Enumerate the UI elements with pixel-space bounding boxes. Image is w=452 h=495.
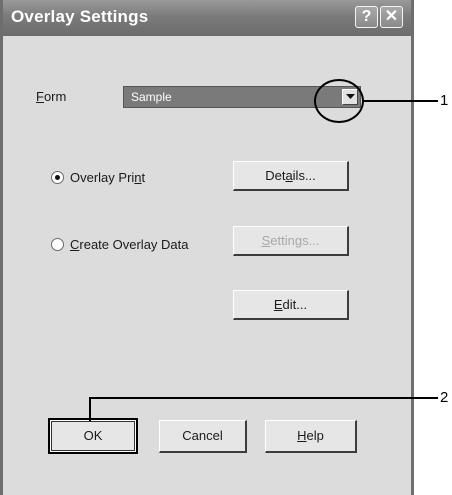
create-overlay-data-label[interactable]: Create Overlay Data bbox=[70, 237, 189, 252]
callout-line-2-vertical bbox=[89, 397, 91, 421]
help-button[interactable]: Help bbox=[265, 420, 357, 453]
close-icon: ✕ bbox=[384, 8, 399, 25]
create-overlay-data-radio[interactable] bbox=[51, 238, 64, 251]
overlay-print-label[interactable]: Overlay Print bbox=[70, 170, 145, 185]
callout-line-1 bbox=[364, 100, 438, 102]
radio-selected-dot bbox=[55, 175, 60, 180]
callout-circle bbox=[314, 79, 364, 123]
question-icon: ? bbox=[361, 8, 372, 25]
callout-line-2-horizontal bbox=[90, 397, 438, 399]
form-dropdown-value: Sample bbox=[131, 90, 172, 104]
cancel-button[interactable]: Cancel bbox=[159, 420, 247, 453]
settings-button[interactable]: Settings... bbox=[233, 226, 349, 256]
help-title-button[interactable]: ? bbox=[355, 6, 378, 28]
dialog-title: Overlay Settings bbox=[11, 7, 149, 26]
title-bar[interactable]: Overlay Settings ? ✕ bbox=[3, 0, 411, 36]
callout-number-1: 1 bbox=[440, 92, 449, 109]
form-label: Form bbox=[36, 89, 67, 104]
details-button[interactable]: Details... bbox=[233, 161, 349, 191]
edit-button[interactable]: Edit... bbox=[233, 290, 349, 320]
callout-number-2: 2 bbox=[440, 389, 449, 406]
overlay-settings-dialog: Overlay Settings ? ✕ Form Sample Overlay… bbox=[0, 0, 414, 495]
overlay-print-radio[interactable] bbox=[51, 171, 64, 184]
close-title-button[interactable]: ✕ bbox=[380, 6, 403, 28]
ok-button[interactable]: OK bbox=[48, 418, 138, 454]
